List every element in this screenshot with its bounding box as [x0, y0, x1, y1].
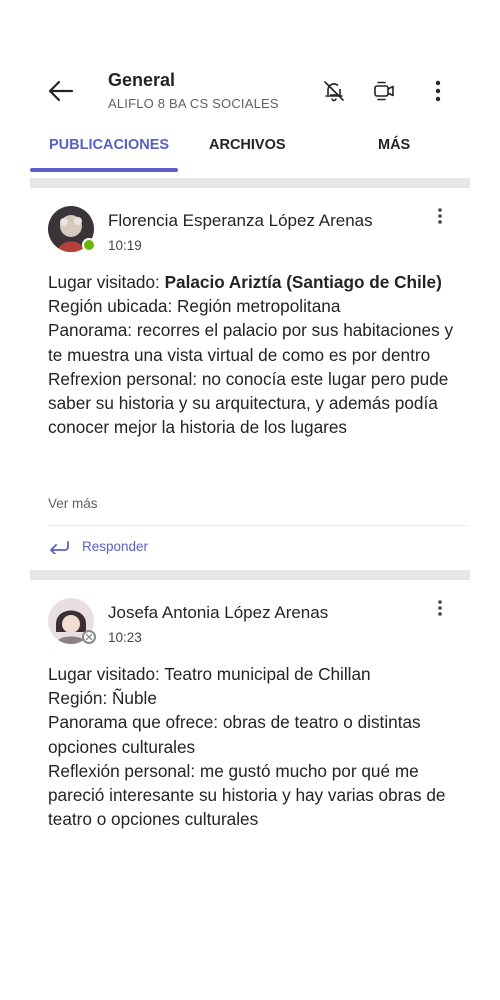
channel-title: General	[108, 70, 176, 90]
post-line: Panorama: recorres el palacio por sus ha…	[48, 320, 454, 365]
tab-publicaciones[interactable]: PUBLICACIONES	[49, 137, 169, 153]
reply-arrow-icon	[50, 541, 69, 554]
post-card: Josefa Antonia López Arenas 10:23 Lugar …	[30, 580, 470, 880]
place-label: Lugar visitado:	[48, 272, 165, 292]
post-time: 10:23	[108, 630, 142, 645]
channel-tabs: PUBLICACIONES ARCHIVOS MÁS	[0, 125, 500, 173]
app-header: General ALIFLO 8 BA CS SOCIALES	[0, 0, 500, 125]
author-name: Josefa Antonia López Arenas	[108, 603, 329, 622]
post-line: Lugar visitado: Teatro municipal de Chil…	[48, 664, 371, 684]
tab-mas[interactable]: MÁS	[378, 137, 410, 153]
presence-offline-icon	[82, 630, 96, 644]
more-vertical-icon[interactable]	[423, 76, 453, 106]
presence-available-icon	[82, 238, 96, 252]
video-call-icon[interactable]	[369, 76, 399, 106]
post-line: Región: Ñuble	[48, 688, 157, 709]
post-separator	[30, 178, 470, 188]
divider	[48, 525, 468, 526]
post-line: Refrexion personal: no conocía este luga…	[48, 368, 449, 438]
post-line: Panorama que ofrece: obras de teatro o d…	[48, 712, 421, 757]
reply-button[interactable]: Responder	[48, 538, 148, 554]
post-more-icon[interactable]	[430, 204, 450, 228]
author-name: Florencia Esperanza López Arenas	[108, 211, 373, 230]
tab-archivos[interactable]: ARCHIVOS	[209, 137, 286, 153]
back-arrow-icon[interactable]	[44, 74, 78, 108]
see-more-link[interactable]: Ver más	[48, 496, 98, 511]
place-name: Palacio Ariztía (Santiago de Chile)	[164, 272, 442, 292]
truncation-fade	[48, 440, 458, 470]
post-card: Florencia Esperanza López Arenas 10:19 L…	[30, 188, 470, 570]
post-separator	[30, 570, 470, 580]
post-more-icon[interactable]	[430, 596, 450, 620]
post-line: Región ubicada: Región metropolitana	[48, 296, 341, 317]
reply-label: Responder	[82, 538, 149, 554]
post-line-place: Lugar visitado: Palacio Ariztía (Santiag…	[48, 270, 458, 294]
post-body: Lugar visitado: Teatro municipal de Chil…	[48, 662, 458, 862]
bell-muted-icon[interactable]	[319, 76, 349, 106]
post-time: 10:19	[108, 238, 142, 253]
post-body: Lugar visitado: Palacio Ariztía (Santiag…	[48, 270, 458, 470]
active-tab-indicator	[30, 168, 178, 172]
post-line: Reflexión personal: me gustó mucho por q…	[48, 760, 446, 830]
team-name: ALIFLO 8 BA CS SOCIALES	[108, 96, 279, 111]
